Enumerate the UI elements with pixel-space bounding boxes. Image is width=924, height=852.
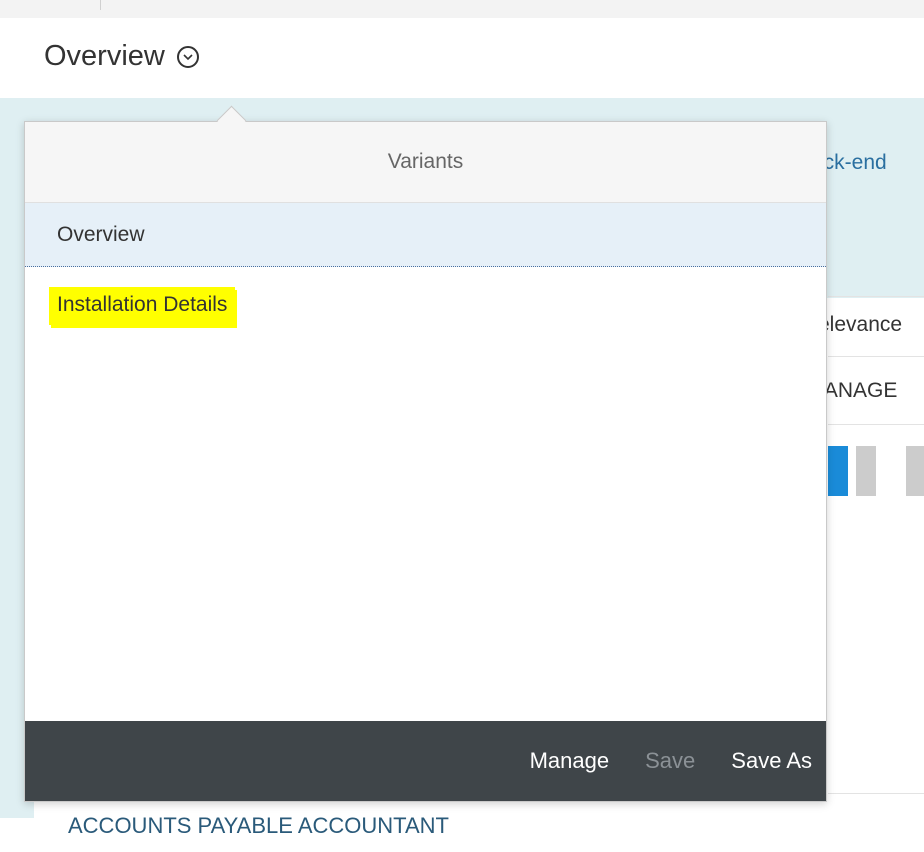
variant-label: Installation Details xyxy=(49,287,236,325)
variants-popover: Variants Overview Installation Details M… xyxy=(24,105,827,802)
variant-label: Overview xyxy=(57,222,145,246)
divider xyxy=(828,424,924,425)
variant-item-overview[interactable]: Overview xyxy=(25,203,826,267)
divider xyxy=(828,356,924,357)
chevron-down-circle-icon[interactable] xyxy=(176,45,199,68)
save-button[interactable]: Save xyxy=(645,748,695,774)
role-list-item[interactable]: ACCOUNTS PAYABLE ACCOUNTANT xyxy=(68,813,449,839)
divider xyxy=(828,296,924,297)
tile-gray[interactable] xyxy=(856,446,876,496)
manage-button[interactable]: Manage xyxy=(530,748,610,774)
relevance-text: elevance xyxy=(818,313,903,336)
tile-blue[interactable] xyxy=(828,446,848,496)
page-title: Overview xyxy=(44,40,165,72)
divider xyxy=(828,793,924,794)
top-bar-divider xyxy=(100,0,101,10)
tile-gray[interactable] xyxy=(906,446,924,496)
popover-title: Variants xyxy=(387,150,464,173)
popover-header: Variants xyxy=(25,122,826,203)
variant-list: Overview Installation Details xyxy=(25,203,826,331)
variant-selector[interactable]: Overview xyxy=(44,40,199,73)
shell-top-bar xyxy=(0,0,924,19)
save-as-button[interactable]: Save As xyxy=(731,748,812,774)
page-header: Overview xyxy=(0,18,924,100)
variant-item-installation-details[interactable]: Installation Details xyxy=(25,267,826,331)
manage-text: IANAGE xyxy=(818,379,898,402)
popover-footer: Manage Save Save As xyxy=(25,721,826,801)
